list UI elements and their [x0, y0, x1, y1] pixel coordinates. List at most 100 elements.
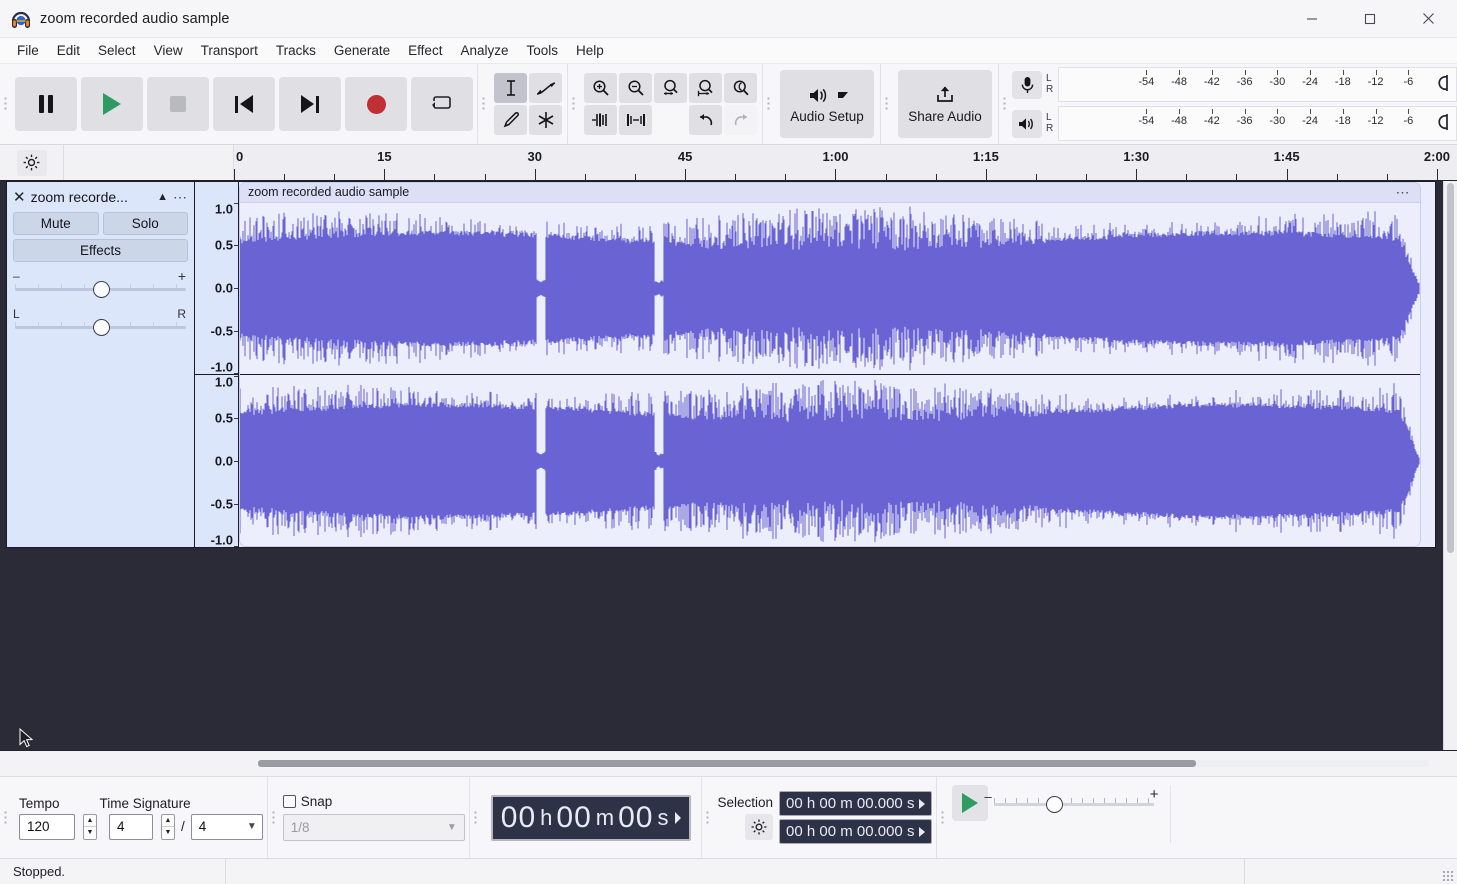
gain-slider[interactable]: – +: [13, 268, 188, 301]
chevron-up-icon[interactable]: ▲: [157, 191, 168, 203]
selection-start-dropdown-icon[interactable]: [919, 798, 926, 809]
effects-button[interactable]: Effects: [13, 239, 188, 262]
selection-tool[interactable]: [494, 73, 527, 103]
trim-audio-button[interactable]: [584, 105, 617, 135]
record-meter-scale[interactable]: -54 -48 -42 -36 -30 -24 -18 -12 -6: [1058, 67, 1457, 102]
clip-title-bar[interactable]: zoom recorded audio sample ⋯: [240, 183, 1420, 203]
menu-generate[interactable]: Generate: [325, 40, 399, 61]
pan-slider[interactable]: L R: [13, 307, 188, 339]
draw-tool[interactable]: [494, 105, 527, 135]
zoom-out-button[interactable]: [619, 73, 652, 103]
pause-button[interactable]: [15, 77, 77, 131]
tools-toolbar-grip[interactable]: [478, 64, 489, 144]
selection-toolbar-grip[interactable]: [702, 777, 713, 858]
meter-tick-label: -54: [1138, 115, 1155, 127]
waveform-pane[interactable]: zoom recorded audio sample ⋯: [239, 182, 1435, 547]
transport-toolbar-grip[interactable]: [0, 64, 11, 144]
timeline-ruler[interactable]: 0 15 30 45 1:00 1:15 1:30 1:45 2:00: [234, 145, 1457, 180]
menu-select[interactable]: Select: [89, 40, 145, 61]
share-audio-button[interactable]: Share Audio: [898, 70, 992, 138]
pan-slider-thumb[interactable]: [92, 319, 110, 336]
audio-position-format-dropdown-icon[interactable]: [675, 811, 682, 824]
audio-position-display[interactable]: 00 h 00 m 00 s: [490, 794, 692, 841]
fit-project-button[interactable]: [689, 73, 722, 103]
audio-clip[interactable]: zoom recorded audio sample ⋯: [239, 182, 1421, 547]
gain-slider-thumb[interactable]: [92, 281, 110, 298]
loop-button[interactable]: [411, 77, 473, 131]
skip-to-start-button[interactable]: [213, 77, 275, 131]
snapping-toolbar: Snap 1/8 ▼: [279, 777, 470, 858]
clip-indicator-icon[interactable]: [1435, 74, 1451, 96]
stop-button[interactable]: [147, 77, 209, 131]
time-signature-upper-input[interactable]: 4: [109, 813, 153, 840]
meter-toolbar-grip[interactable]: [999, 64, 1010, 144]
skip-to-end-button[interactable]: [279, 77, 341, 131]
record-button[interactable]: [345, 77, 407, 131]
timeline-options-button[interactable]: [0, 145, 64, 180]
time-signature-lower-select[interactable]: 4 ▼: [190, 813, 263, 840]
waveform-channel-right[interactable]: [240, 375, 1420, 546]
play-speed-toolbar-grip[interactable]: [937, 777, 948, 858]
horizontal-scrollbar-thumb[interactable]: [258, 760, 1196, 767]
track-name-label[interactable]: zoom recorde...: [31, 189, 153, 205]
time-toolbar-grip[interactable]: [470, 777, 481, 858]
play-meter-scale[interactable]: -54 -48 -42 -36 -30 -24 -18 -12 -6: [1058, 106, 1457, 141]
track-menu-icon[interactable]: ⋯: [173, 189, 188, 206]
close-icon[interactable]: ✕: [13, 190, 26, 205]
share-audio-toolbar-grip[interactable]: [881, 64, 892, 144]
redo-button[interactable]: [724, 105, 757, 135]
time-signature-toolbar: Tempo Time Signature 120 ▲ ▼ 4 ▲ ▼ / 4 ▼: [11, 777, 268, 858]
menu-analyze[interactable]: Analyze: [451, 40, 517, 61]
edit-toolbar-grip[interactable]: [568, 64, 579, 144]
vertical-ruler[interactable]: 1.0 0.5 0.0 -0.5 -1.0 1.0 0.5 0.0 -0.5 -1.0: [195, 182, 239, 548]
envelope-tool[interactable]: [529, 73, 562, 103]
solo-button[interactable]: Solo: [102, 212, 188, 235]
silence-audio-button[interactable]: [619, 105, 652, 135]
tempo-stepper[interactable]: ▲ ▼: [83, 813, 97, 840]
selection-end-dropdown-icon[interactable]: [919, 826, 926, 837]
menu-tracks[interactable]: Tracks: [267, 40, 325, 61]
time-signature-toolbar-grip[interactable]: [0, 777, 11, 858]
selection-start-display[interactable]: 00 h 00 m 00.000 s: [779, 791, 933, 816]
menu-edit[interactable]: Edit: [48, 40, 89, 61]
menu-tools[interactable]: Tools: [517, 40, 567, 61]
menu-effect[interactable]: Effect: [399, 40, 451, 61]
undo-button[interactable]: [689, 105, 722, 135]
zoom-in-button[interactable]: [584, 73, 617, 103]
vertical-scrollbar-thumb[interactable]: [1447, 183, 1454, 553]
selection-settings-button[interactable]: [745, 814, 774, 840]
clip-indicator-icon[interactable]: [1435, 113, 1451, 135]
time-signature-upper-stepper[interactable]: ▲ ▼: [161, 813, 175, 840]
waveform-channel-left[interactable]: [240, 203, 1420, 374]
menu-transport[interactable]: Transport: [192, 40, 267, 61]
play-speed-slider-thumb[interactable]: [1046, 796, 1064, 813]
mute-button[interactable]: Mute: [13, 212, 99, 235]
play-at-speed-button[interactable]: [952, 785, 989, 821]
maximize-button[interactable]: [1341, 0, 1399, 37]
multi-tool[interactable]: [529, 105, 562, 135]
snapping-toolbar-grip[interactable]: [268, 777, 279, 858]
selection-end-display[interactable]: 00 h 00 m 00.000 s: [779, 819, 933, 844]
menu-view[interactable]: View: [145, 40, 192, 61]
vertical-scrollbar[interactable]: [1443, 181, 1457, 750]
clip-menu-icon[interactable]: ⋯: [1396, 184, 1412, 201]
menu-file[interactable]: File: [8, 40, 48, 61]
minimize-button[interactable]: [1283, 0, 1341, 37]
audio-setup-toolbar-grip[interactable]: [763, 64, 774, 144]
vertical-ruler-label: 0.0: [214, 280, 233, 296]
play-button[interactable]: [81, 77, 143, 131]
play-speed-slider[interactable]: – +: [984, 785, 1158, 819]
timeline-tick: [634, 174, 636, 180]
tempo-input[interactable]: 120: [19, 813, 75, 840]
record-meter-button[interactable]: [1012, 70, 1042, 99]
fit-selection-button[interactable]: [654, 73, 687, 103]
play-meter-button[interactable]: [1012, 109, 1042, 138]
snap-value-select[interactable]: 1/8 ▼: [282, 814, 465, 841]
zoom-toggle-button[interactable]: [724, 73, 757, 103]
close-button[interactable]: [1399, 0, 1457, 37]
menu-help[interactable]: Help: [567, 40, 613, 61]
resize-grip[interactable]: [1442, 870, 1454, 882]
snap-checkbox[interactable]: [282, 795, 296, 808]
audio-setup-button[interactable]: Audio Setup: [780, 70, 874, 138]
horizontal-scrollbar[interactable]: [0, 750, 1457, 776]
